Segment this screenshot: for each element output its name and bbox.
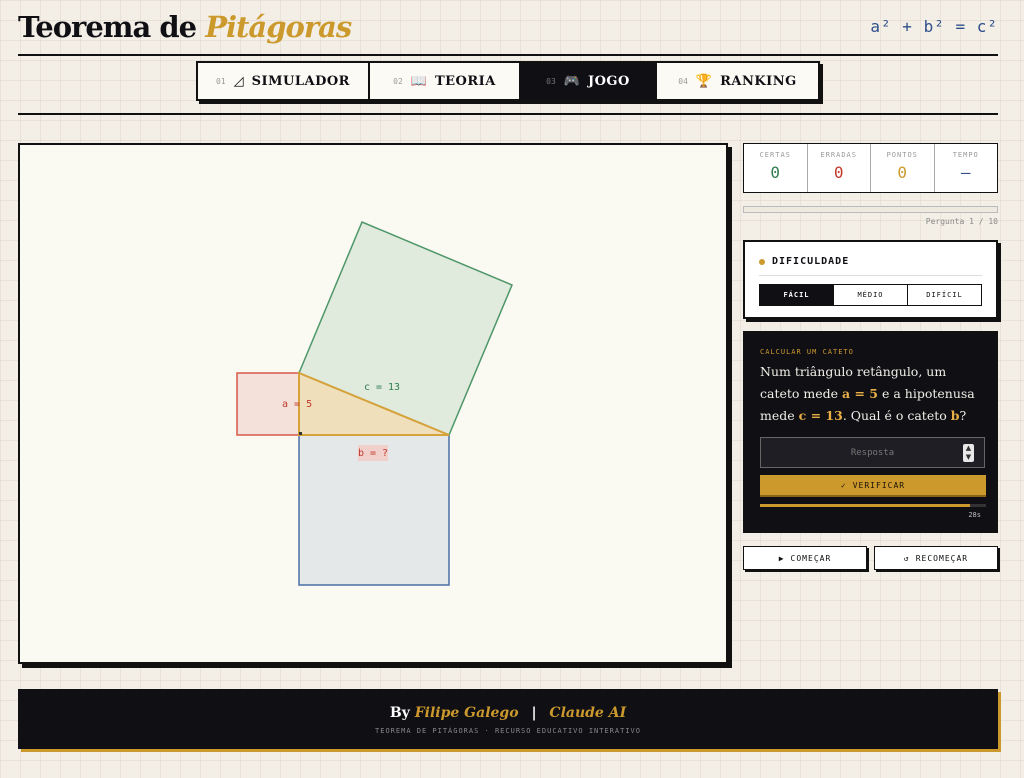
tab-number: 02 <box>393 76 403 86</box>
label-b: b = ? <box>358 448 388 459</box>
stat-label: TEMPO <box>952 151 979 159</box>
difficulty-selector: FÁCIL MÉDIO DIFÍCIL <box>759 284 982 306</box>
verify-button[interactable]: ✓ VERIFICAR <box>760 475 986 497</box>
start-label: COMEÇAR <box>790 553 832 563</box>
question-type: CALCULAR UM CATETO <box>760 348 854 356</box>
difficulty-medio[interactable]: MÉDIO <box>834 285 908 305</box>
nav-divider <box>18 113 998 115</box>
question-text-part: . Qual é o cateto <box>842 408 951 423</box>
stat-certas: CERTAS 0 <box>744 144 808 192</box>
footer-by: By <box>389 705 410 721</box>
trophy-icon: 🏆 <box>695 73 713 89</box>
triangle-ruler-icon: ◿ <box>233 73 244 89</box>
tab-number: 01 <box>216 76 226 86</box>
answer-input[interactable] <box>761 438 984 467</box>
book-icon: 📖 <box>410 73 427 89</box>
question-panel: CALCULAR UM CATETO Num triângulo retângu… <box>743 331 998 533</box>
answer-field-wrapper: ▲▼ <box>760 437 985 468</box>
question-counter: Pergunta 1 / 10 <box>925 217 998 226</box>
tab-label: SIMULADOR <box>251 73 350 89</box>
tab-jogo[interactable]: 03 🎮 JOGO <box>521 63 657 99</box>
question-text: Num triângulo retângulo, um cateto mede … <box>760 361 988 427</box>
footer-subtitle: TEOREMA DE PITÁGORAS · RECURSO EDUCATIVO… <box>375 727 641 735</box>
tab-number: 04 <box>678 76 688 86</box>
stat-label: PONTOS <box>886 151 918 159</box>
stat-label: ERRADAS <box>820 151 857 159</box>
pythagoras-canvas[interactable]: a = 5 b = ? c = 13 <box>18 143 728 664</box>
title-main: Teorema de <box>18 10 197 44</box>
dot-icon <box>759 258 765 265</box>
timer-bar <box>760 504 986 507</box>
difficulty-panel: DIFICULDADE FÁCIL MÉDIO DIFÍCIL <box>743 240 998 319</box>
footer: By Filipe Galego | Claude AI TEOREMA DE … <box>18 689 998 749</box>
tab-simulador[interactable]: 01 ◿ SIMULADOR <box>198 63 370 99</box>
difficulty-dificil[interactable]: DIFÍCIL <box>908 285 981 305</box>
question-value-b: b <box>950 408 960 423</box>
diagram-svg: a = 5 b = ? c = 13 <box>236 221 513 586</box>
stat-value: 0 <box>833 163 844 182</box>
verify-label: VERIFICAR <box>852 480 906 490</box>
footer-credits: By Filipe Galego | Claude AI <box>18 705 998 721</box>
label-a: a = 5 <box>282 399 312 410</box>
question-value-a: a = 5 <box>842 386 879 401</box>
stat-value: 0 <box>770 163 781 182</box>
restart-icon: ↺ <box>903 553 910 563</box>
main-nav: 01 ◿ SIMULADOR 02 📖 TEORIA 03 🎮 JOGO 04 … <box>196 61 820 101</box>
play-icon: ▶ <box>778 553 785 563</box>
label-c: c = 13 <box>364 382 400 393</box>
start-button[interactable]: ▶ COMEÇAR <box>743 546 867 570</box>
tab-label: RANKING <box>720 73 797 89</box>
footer-author: Filipe Galego <box>414 705 519 721</box>
stats-panel: CERTAS 0 ERRADAS 0 PONTOS 0 TEMPO — <box>743 143 998 193</box>
right-angle-marker <box>299 432 302 435</box>
stat-value: 0 <box>897 163 908 182</box>
title-accent: Pitágoras <box>205 10 352 44</box>
app-header: Teorema de Pitágoras a² + b² = c² <box>18 0 998 56</box>
number-spinner-icon[interactable]: ▲ ▼ <box>963 444 974 462</box>
question-value-c: c = 13 <box>798 408 843 423</box>
stat-label: CERTAS <box>759 151 791 159</box>
question-text-part: ? <box>959 408 967 423</box>
stat-pontos: PONTOS 0 <box>871 144 935 192</box>
restart-button[interactable]: ↺ RECOMEÇAR <box>874 546 998 570</box>
tab-number: 03 <box>546 76 556 86</box>
tab-ranking[interactable]: 04 🏆 RANKING <box>657 63 818 99</box>
app-title: Teorema de Pitágoras <box>18 10 352 44</box>
formula-display: a² + b² = c² <box>870 17 998 36</box>
footer-ai: Claude AI <box>549 705 627 721</box>
tab-label: JOGO <box>587 73 630 89</box>
restart-label: RECOMEÇAR <box>915 553 969 563</box>
difficulty-title: DIFICULDADE <box>772 256 850 267</box>
question-progress-bar <box>743 206 998 213</box>
divider <box>759 275 982 276</box>
timer-seconds: 28s <box>968 511 981 519</box>
difficulty-header: DIFICULDADE <box>759 256 849 267</box>
stat-tempo: TEMPO — <box>935 144 998 192</box>
check-icon: ✓ <box>840 480 847 490</box>
stat-erradas: ERRADAS 0 <box>808 144 871 192</box>
difficulty-facil[interactable]: FÁCIL <box>760 285 834 305</box>
stat-value: — <box>960 163 971 182</box>
gamepad-icon: 🎮 <box>563 73 580 89</box>
tab-teoria[interactable]: 02 📖 TEORIA <box>370 63 521 99</box>
tab-label: TEORIA <box>434 73 496 89</box>
footer-separator: | <box>531 705 537 721</box>
timer-fill <box>760 504 971 507</box>
